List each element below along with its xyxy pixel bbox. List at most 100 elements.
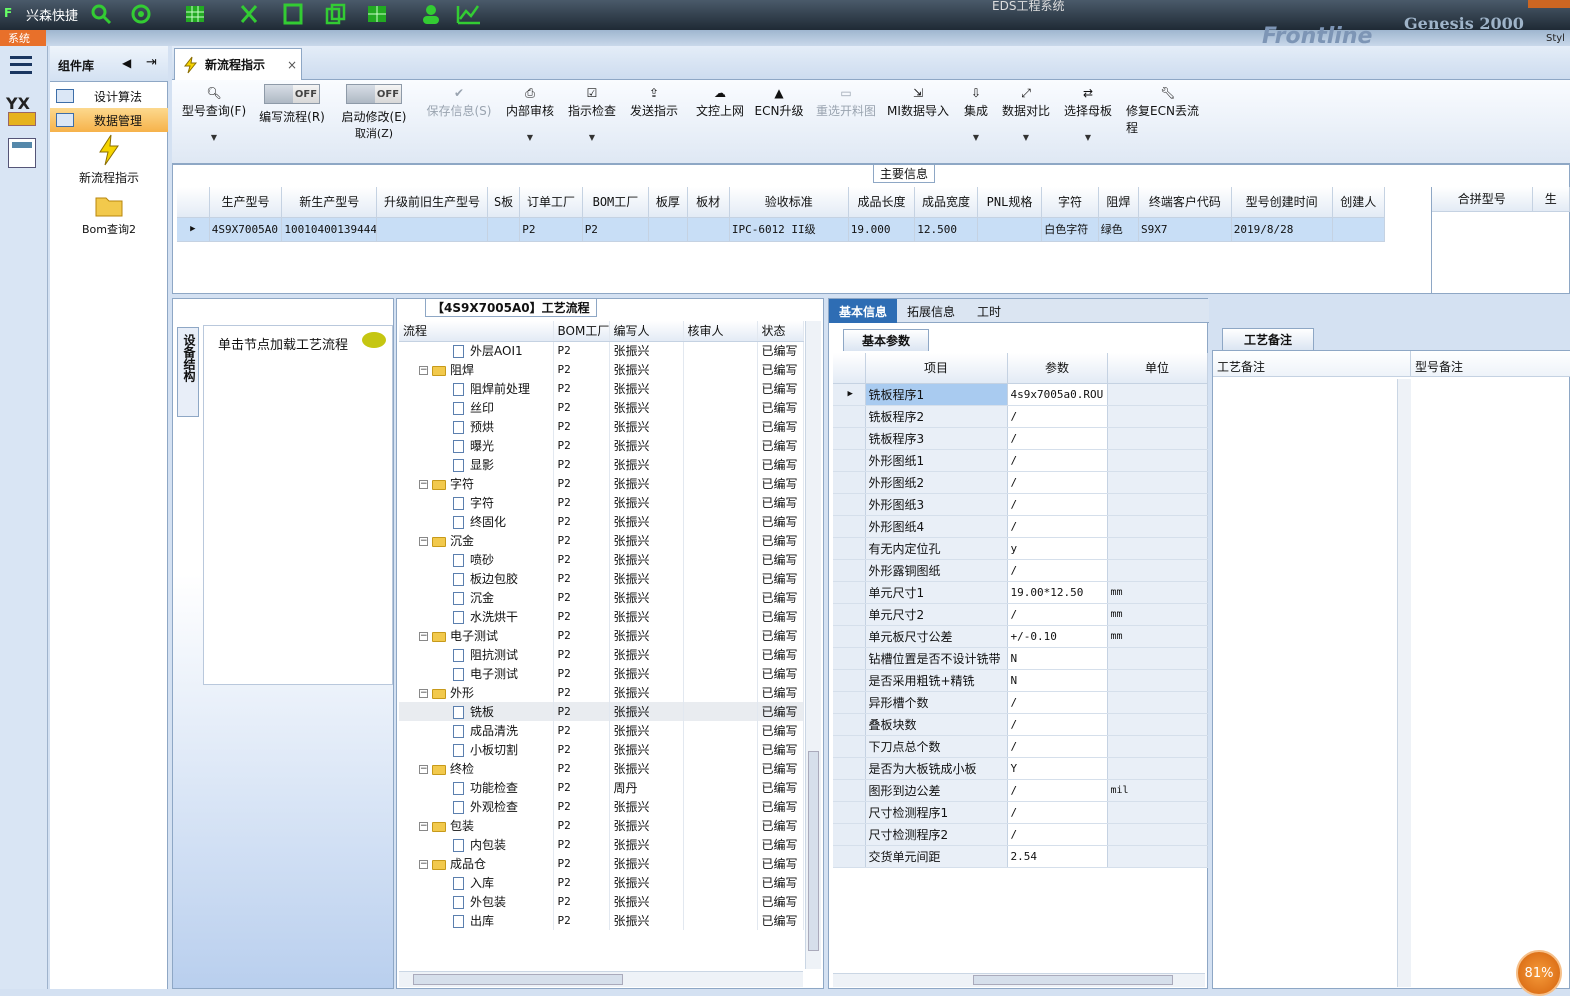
table-cell[interactable]: IPC-6012 II级	[729, 217, 849, 242]
menu-icon[interactable]	[10, 56, 32, 74]
tree-node[interactable]: 出库 P2 张振兴 已编写	[399, 911, 804, 930]
tree-node[interactable]: − 终检 P2 张振兴 已编写	[399, 759, 804, 778]
off-toggle[interactable]: OFF	[264, 84, 320, 104]
instruction-check-button[interactable]: ☑ 指示检查 ▼	[566, 84, 618, 160]
tab-basic-params[interactable]: 基本参数	[843, 329, 929, 351]
collapse-icon[interactable]: −	[419, 537, 428, 546]
tree-node[interactable]: 沉金 P2 张振兴 已编写	[399, 588, 804, 607]
system-menu[interactable]: 系统	[0, 30, 46, 46]
sidebar-item-design-algorithm[interactable]: 设计算法	[50, 84, 168, 108]
tree-node[interactable]: 阻焊前处理 P2 张振兴 已编写	[399, 379, 804, 398]
tree-node[interactable]: 曝光 P2 张振兴 已编写	[399, 436, 804, 455]
table-cell[interactable]: P2	[582, 217, 650, 242]
vertical-scrollbar[interactable]	[805, 321, 821, 969]
table-cell[interactable]	[487, 217, 521, 242]
param-row[interactable]: 异形槽个数 /	[833, 691, 1208, 714]
scissors-icon[interactable]	[236, 2, 262, 26]
search-icon[interactable]	[88, 2, 114, 26]
tree-node[interactable]: 内包装 P2 张振兴 已编写	[399, 835, 804, 854]
column-header[interactable]: S板	[487, 187, 521, 218]
column-header[interactable]: 新生产型号	[281, 187, 378, 218]
param-value[interactable]: /	[1007, 801, 1108, 824]
settings-icon[interactable]	[128, 2, 154, 26]
param-row[interactable]: 钻槽位置是否不设计铣带 N	[833, 647, 1208, 670]
table-icon[interactable]	[182, 2, 208, 26]
column-header[interactable]: 单位	[1107, 353, 1208, 384]
film-icon[interactable]	[280, 2, 306, 26]
column-header[interactable]: 成品长度	[848, 187, 916, 218]
table-cell[interactable]: 2019/8/28	[1231, 217, 1333, 242]
chevron-down-icon[interactable]: ▼	[1023, 133, 1029, 142]
table-cell[interactable]	[1332, 217, 1385, 242]
column-header[interactable]: 参数	[1007, 353, 1108, 384]
column-header[interactable]: 项目	[865, 353, 1008, 384]
tree-node[interactable]: 丝印 P2 张振兴 已编写	[399, 398, 804, 417]
new-flow-shortcut[interactable]: 新流程指示	[50, 134, 168, 185]
column-header[interactable]: 升级前旧生产型号	[376, 187, 488, 218]
chevron-down-icon[interactable]: ▼	[1085, 133, 1091, 142]
collapse-icon[interactable]: −	[419, 480, 428, 489]
chevron-down-icon[interactable]: ▼	[973, 133, 979, 142]
chevron-down-icon[interactable]: ▼	[589, 133, 595, 142]
table-row[interactable]: ▶ 4S9X7005A0 10010400139444 P2 P2 IPC-6012 II…	[177, 217, 1431, 242]
column-header[interactable]: 核审人	[683, 321, 758, 342]
param-row[interactable]: 外形露铜图纸 /	[833, 559, 1208, 582]
param-row[interactable]: 是否为大板铣成小板 Y	[833, 757, 1208, 780]
window-close-button[interactable]	[1528, 0, 1570, 8]
tree-node[interactable]: 小板切割 P2 张振兴 已编写	[399, 740, 804, 759]
param-row[interactable]: 交货单元间距 2.54	[833, 845, 1208, 868]
param-value[interactable]: /	[1007, 691, 1108, 714]
param-value[interactable]: /	[1007, 405, 1108, 428]
table-cell[interactable]: 4S9X7005A0	[209, 217, 283, 242]
param-value[interactable]: /	[1007, 449, 1108, 472]
tree-node[interactable]: 铣板 P2 张振兴 已编写	[399, 702, 804, 721]
tab-basic-info[interactable]: 基本信息	[829, 299, 897, 323]
cancel-label[interactable]: 取消(Z)	[355, 125, 393, 141]
select-master-button[interactable]: ⇄ 选择母板 ▼	[1062, 84, 1114, 160]
param-value[interactable]: +/-0.10	[1007, 625, 1108, 648]
param-value[interactable]: y	[1007, 537, 1108, 560]
tree-node[interactable]: 板边包胶 P2 张振兴 已编写	[399, 569, 804, 588]
equipment-tab[interactable]: 设备结构	[177, 327, 199, 417]
doc-upload-button[interactable]: ☁ 文控上网	[692, 84, 748, 160]
tree-node[interactable]: 外观检查 P2 张振兴 已编写	[399, 797, 804, 816]
tree-node[interactable]: 成品清洗 P2 张振兴 已编写	[399, 721, 804, 740]
tree-node[interactable]: − 外形 P2 张振兴 已编写	[399, 683, 804, 702]
param-value[interactable]: 19.00*12.50	[1007, 581, 1108, 604]
tree-node[interactable]: 终固化 P2 张振兴 已编写	[399, 512, 804, 531]
chevron-down-icon[interactable]: ▼	[211, 133, 217, 142]
table-cell[interactable]	[977, 217, 1043, 242]
param-row[interactable]: 尺寸检测程序2/	[833, 823, 1208, 846]
table-cell[interactable]: 10010400139444	[281, 217, 378, 242]
param-row[interactable]: ▶ 铣板程序1 4s9x7005a0.ROU	[833, 383, 1208, 406]
param-value[interactable]: Y	[1007, 757, 1108, 780]
tree-node[interactable]: 外层AOI1 P2 张振兴 已编写	[399, 341, 804, 360]
table-cell[interactable]: 白色字符	[1041, 217, 1099, 242]
bom-query-shortcut[interactable]: Bom查询2	[50, 192, 168, 238]
column-header[interactable]: 生	[1532, 187, 1570, 212]
param-row[interactable]: 单元板尺寸公差 +/-0.10 mm	[833, 625, 1208, 648]
chevron-down-icon[interactable]: ▼	[527, 133, 533, 142]
tree-node[interactable]: 预烘 P2 张振兴 已编写	[399, 417, 804, 436]
table-cell[interactable]: P2	[519, 217, 583, 242]
edit-flow-toggle[interactable]: OFF 编写流程(R)	[252, 84, 332, 160]
param-value[interactable]: /	[1007, 735, 1108, 758]
param-value[interactable]: /	[1007, 559, 1108, 582]
param-value[interactable]: N	[1007, 647, 1108, 670]
param-value[interactable]: /	[1007, 471, 1108, 494]
tab-extended-info[interactable]: 拓展信息	[907, 303, 955, 320]
grid-icon[interactable]	[364, 2, 390, 26]
param-value[interactable]: /	[1007, 493, 1108, 516]
horizontal-scrollbar[interactable]	[399, 971, 803, 987]
tree-node[interactable]: − 字符 P2 张振兴 已编写	[399, 474, 804, 493]
param-row[interactable]: 单元尺寸2/mm	[833, 603, 1208, 626]
column-header[interactable]: 编写人	[609, 321, 684, 342]
table-cell[interactable]: S9X7	[1138, 217, 1232, 242]
param-row[interactable]: 铣板程序3/	[833, 427, 1208, 450]
param-row[interactable]: 尺寸检测程序1/	[833, 801, 1208, 824]
param-value[interactable]: /	[1007, 603, 1108, 626]
copy-icon[interactable]	[322, 2, 348, 26]
param-value[interactable]: 4s9x7005a0.ROU	[1007, 383, 1108, 406]
column-header[interactable]: BOM工厂	[553, 321, 610, 342]
collapse-icon[interactable]: −	[419, 689, 428, 698]
